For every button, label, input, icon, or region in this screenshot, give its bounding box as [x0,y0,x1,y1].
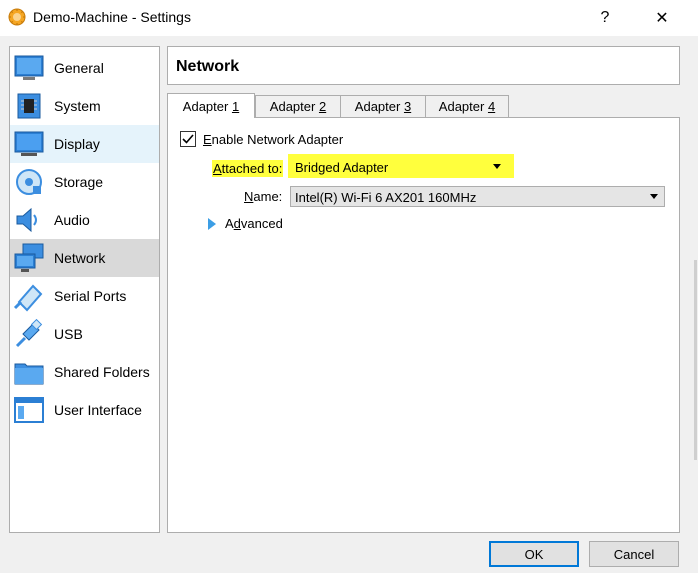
tab-adapter-2[interactable]: Adapter 2 [255,95,341,117]
enable-adapter-checkbox[interactable] [180,131,196,147]
scrollbar[interactable] [693,40,698,573]
tab-label-prefix: Adapter [182,98,232,114]
general-icon [14,55,44,80]
window-title: Demo-Machine - Settings [33,9,191,25]
sidebar-item-label: Serial Ports [54,288,127,304]
sidebar-item-label: Shared Folders [54,364,150,380]
sidebar-item-system[interactable]: System [10,87,159,125]
scrollbar-thumb[interactable] [694,260,697,460]
sidebar-item-network[interactable]: Network [10,239,159,277]
tab-label-prefix: Adapter [269,99,319,114]
ok-button[interactable]: OK [489,541,579,567]
tab-adapter-1[interactable]: Adapter 1 [167,93,255,118]
name-label: Name: [244,189,283,204]
usb-icon [15,318,43,348]
tab-label-key: 2 [318,99,327,114]
storage-icon [16,169,42,195]
sidebar-item-label: User Interface [54,402,142,418]
display-icon [14,131,44,156]
close-icon: ✕ [655,10,669,27]
tab-label-key: 1 [231,98,240,114]
user-interface-icon [14,397,44,423]
app-icon [8,8,26,26]
help-icon: ? [600,9,610,26]
sidebar-item-serial-ports[interactable]: Serial Ports [10,277,159,315]
expand-arrow-icon [208,218,216,230]
page-title: Network [176,58,240,75]
tab-label-prefix: Adapter [354,99,404,114]
help-button[interactable]: ? [583,4,627,32]
tab-label-prefix: Adapter [438,99,488,114]
chevron-down-icon [650,194,658,199]
sidebar-item-label: Display [54,136,100,152]
checkmark-icon [182,134,194,144]
chevron-down-icon [493,164,501,169]
sidebar-item-shared-folders[interactable]: Shared Folders [10,353,159,391]
sidebar-item-display[interactable]: Display [10,125,159,163]
advanced-label: Advanced [225,216,283,231]
cancel-button[interactable]: Cancel [589,541,679,567]
sidebar-item-user-interface[interactable]: User Interface [10,391,159,429]
shared-folders-icon [14,363,44,385]
network-icon [14,243,44,272]
tab-label-key: 3 [403,99,412,114]
attached-to-select[interactable]: Bridged Adapter [290,156,508,177]
sidebar-item-label: General [54,60,104,76]
sidebar-item-label: USB [54,326,83,342]
system-icon [17,93,41,119]
title-bar: Demo-Machine - Settings ? ✕ [0,0,698,36]
attached-to-value: Bridged Adapter [295,160,389,175]
audio-icon [16,207,37,233]
tab-adapter-4[interactable]: Adapter 4 [425,95,509,117]
tab-label-key: 4 [487,99,496,114]
sidebar-item-label: Storage [54,174,104,190]
sidebar-item-label: Audio [54,212,90,228]
sidebar-item-label: System [54,98,101,114]
sidebar-item-usb[interactable]: USB [10,315,159,353]
page-header: Network [167,46,680,85]
close-button[interactable]: ✕ [640,4,684,32]
settings-sidebar: General System Display Storage Audio Net… [9,46,160,533]
tab-adapter-3[interactable]: Adapter 3 [340,95,426,117]
enable-adapter-label[interactable]: Enable Network Adapter [203,132,343,147]
sidebar-item-audio[interactable]: Audio [10,201,159,239]
adapter-name-select[interactable]: Intel(R) Wi-Fi 6 AX201 160MHz [290,186,665,207]
sidebar-item-label: Network [54,250,106,266]
attached-to-label: Attached to: [212,160,284,177]
adapter-panel [167,117,680,533]
adapter-name-value: Intel(R) Wi-Fi 6 AX201 160MHz [295,190,477,205]
sidebar-item-storage[interactable]: Storage [10,163,159,201]
serial-ports-icon [13,284,43,312]
sidebar-item-general[interactable]: General [10,49,159,87]
